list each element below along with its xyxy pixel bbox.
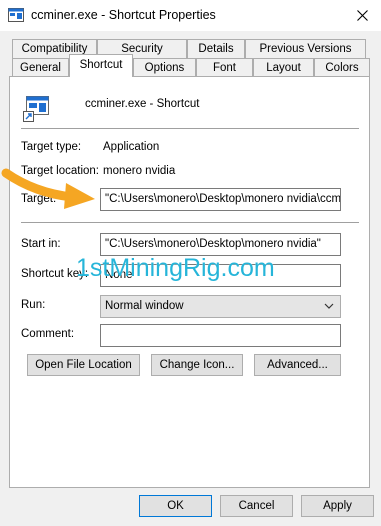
start-in-input[interactable]: "C:\Users\monero\Desktop\monero nvidia"	[100, 233, 341, 256]
shortcut-large-icon	[23, 96, 49, 122]
run-label: Run:	[21, 299, 46, 311]
tab-general[interactable]: General	[12, 58, 69, 76]
start-in-label: Start in:	[21, 238, 61, 250]
target-input[interactable]: "C:\Users\monero\Desktop\monero nvidia\c…	[100, 188, 341, 211]
tab-details[interactable]: Details	[187, 39, 245, 58]
tab-colors[interactable]: Colors	[314, 58, 370, 76]
cancel-button[interactable]: Cancel	[220, 495, 293, 517]
advanced-button[interactable]: Advanced...	[254, 354, 341, 376]
chevron-down-icon	[324, 303, 334, 309]
watermark-text: 1stMiningRig.com	[76, 254, 275, 282]
tab-font[interactable]: Font	[196, 58, 253, 76]
divider	[21, 128, 359, 129]
apply-button[interactable]: Apply	[301, 495, 374, 517]
comment-input[interactable]	[100, 324, 341, 347]
shortcut-app-icon	[8, 8, 24, 22]
change-icon-button[interactable]: Change Icon...	[151, 354, 243, 376]
open-file-location-button[interactable]: Open File Location	[27, 354, 140, 376]
tab-previous-versions[interactable]: Previous Versions	[245, 39, 366, 58]
orange-arrow-annotation	[1, 168, 95, 209]
tab-layout[interactable]: Layout	[253, 58, 314, 76]
run-select[interactable]: Normal window	[100, 295, 341, 318]
shortcut-name: ccminer.exe - Shortcut	[85, 98, 200, 110]
title-bar: ccminer.exe - Shortcut Properties	[0, 0, 381, 31]
target-type-value: Application	[103, 141, 160, 153]
tab-options[interactable]: Options	[133, 58, 196, 76]
comment-label: Comment:	[21, 328, 75, 340]
tab-shortcut[interactable]: Shortcut	[69, 54, 133, 77]
ok-button[interactable]: OK	[139, 495, 212, 517]
divider	[21, 222, 359, 223]
target-type-label: Target type:	[21, 141, 82, 153]
run-selected-value: Normal window	[105, 300, 184, 312]
window-title: ccminer.exe - Shortcut Properties	[31, 8, 216, 22]
target-location-value: monero nvidia	[103, 165, 176, 177]
close-button[interactable]	[344, 0, 381, 31]
close-icon	[357, 10, 368, 21]
